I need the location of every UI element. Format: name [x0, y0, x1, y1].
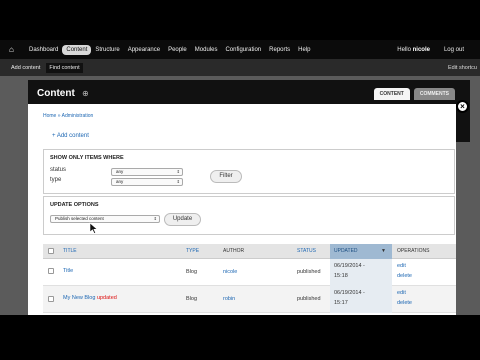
filter-fieldset: SHOW ONLY ITEMS WHERE status any ⇕ type a… — [43, 149, 455, 194]
page-title: Content — [37, 88, 75, 99]
row-updated-time: 15:18 — [334, 273, 348, 279]
content-table: TITLE TYPE AUTHOR STATUS UPDATED ▼ OPERAT… — [43, 244, 456, 313]
row-updated-date: 06/19/2014 - — [334, 290, 365, 296]
row-edit-link[interactable]: edit — [397, 290, 406, 296]
table-row: Title Blog nicole published 06/19/2014 -… — [43, 259, 456, 286]
column-author: AUTHOR — [223, 248, 245, 254]
home-icon[interactable]: ⌂ — [9, 40, 23, 59]
select-arrows-icon: ⇕ — [176, 179, 180, 184]
filter-button[interactable]: Filter — [210, 170, 242, 183]
row-delete-link[interactable]: delete — [397, 300, 412, 306]
shortcut-add-content[interactable]: Add content — [8, 63, 43, 73]
row-edit-link[interactable]: edit — [397, 263, 406, 269]
primary-tabs: CONTENT COMMENTS — [370, 88, 455, 100]
row-title-link[interactable]: Title — [63, 268, 73, 274]
update-button[interactable]: Update — [164, 213, 201, 226]
close-overlay-icon[interactable]: × — [456, 100, 469, 113]
tab-content[interactable]: CONTENT — [373, 88, 410, 100]
row-updated-date: 06/19/2014 - — [334, 263, 365, 269]
shortcut-find-content[interactable]: Find content — [46, 62, 83, 73]
status-select-value: any — [116, 169, 124, 174]
update-operation-value: Publish selected content — [55, 216, 104, 221]
shortcut-star-icon[interactable]: ⊕ — [82, 89, 89, 98]
menu-item-modules[interactable]: Modules — [191, 45, 222, 55]
sort-descending-icon: ▼ — [381, 248, 386, 254]
row-status: published — [297, 296, 321, 302]
updated-marker: updated — [96, 295, 117, 301]
status-label: status — [50, 167, 67, 173]
column-type[interactable]: TYPE — [186, 244, 199, 259]
table-row: My New Blog updated Blog robin published… — [43, 286, 456, 313]
hello-prefix: Hello — [397, 46, 411, 53]
menu-item-appearance[interactable]: Appearance — [124, 45, 164, 55]
select-arrows-icon: ⇕ — [176, 169, 180, 174]
type-select[interactable]: any ⇕ — [111, 178, 183, 186]
row-title-link[interactable]: My New Blog — [63, 295, 95, 301]
row-checkbox[interactable] — [48, 296, 54, 302]
menu-item-reports[interactable]: Reports — [265, 45, 294, 55]
tab-comments[interactable]: COMMENTS — [413, 88, 455, 100]
menu-item-help[interactable]: Help — [294, 45, 314, 55]
row-type: Blog — [186, 269, 198, 275]
menu-item-people[interactable]: People — [164, 45, 191, 55]
status-select[interactable]: any ⇕ — [111, 168, 183, 176]
user-name-link[interactable]: nicole — [413, 47, 430, 53]
add-content-label: Add content — [56, 133, 89, 139]
table-header: TITLE TYPE AUTHOR STATUS UPDATED ▼ OPERAT… — [43, 244, 456, 259]
add-content-link[interactable]: + Add content — [52, 133, 89, 139]
menu-item-content[interactable]: Content — [62, 44, 92, 55]
row-delete-link[interactable]: delete — [397, 273, 412, 279]
row-checkbox[interactable] — [48, 268, 54, 274]
column-status[interactable]: STATUS — [297, 244, 316, 259]
column-updated[interactable]: UPDATED ▼ — [330, 244, 392, 259]
select-all-checkbox[interactable] — [48, 248, 54, 254]
filter-legend: SHOW ONLY ITEMS WHERE — [50, 155, 124, 161]
admin-toolbar: ⌂ Dashboard Content Structure Appearance… — [0, 40, 480, 59]
hello-user: Hello nicole — [383, 47, 430, 53]
type-label: type — [50, 177, 62, 183]
row-author-link[interactable]: robin — [223, 296, 235, 302]
mouse-cursor-icon — [89, 222, 98, 234]
select-arrows-icon: ⇕ — [153, 216, 157, 221]
column-title[interactable]: TITLE — [63, 244, 77, 259]
admin-menu: Dashboard Content Structure Appearance P… — [25, 44, 315, 55]
update-operation-select[interactable]: Publish selected content ⇕ — [50, 215, 160, 223]
logout-link[interactable]: Log out — [444, 47, 464, 53]
column-operations: OPERATIONS — [397, 248, 430, 254]
browser-viewport: ⌂ Dashboard Content Structure Appearance… — [0, 40, 480, 315]
menu-item-configuration[interactable]: Configuration — [221, 45, 265, 55]
type-select-value: any — [116, 179, 124, 184]
shortcuts-bar: Add content Find content Edit shortcu — [0, 59, 480, 76]
overlay-panel: Home » Administration + Add content SHOW… — [28, 104, 456, 315]
breadcrumb[interactable]: Home » Administration — [43, 113, 93, 119]
row-updated-time: 15:17 — [334, 300, 348, 306]
update-fieldset: UPDATE OPTIONS Publish selected content ⇕… — [43, 196, 455, 235]
row-title: My New Blog updated — [63, 295, 117, 301]
menu-item-dashboard[interactable]: Dashboard — [25, 45, 62, 55]
update-legend: UPDATE OPTIONS — [50, 202, 99, 208]
menu-item-structure[interactable]: Structure — [91, 45, 123, 55]
row-status: published — [297, 269, 321, 275]
row-author-link[interactable]: nicole — [223, 269, 237, 275]
column-updated-label: UPDATED — [334, 248, 358, 254]
edit-shortcuts-link[interactable]: Edit shortcu — [445, 63, 480, 73]
row-type: Blog — [186, 296, 198, 302]
user-area: Hello nicole Log out — [369, 40, 464, 59]
